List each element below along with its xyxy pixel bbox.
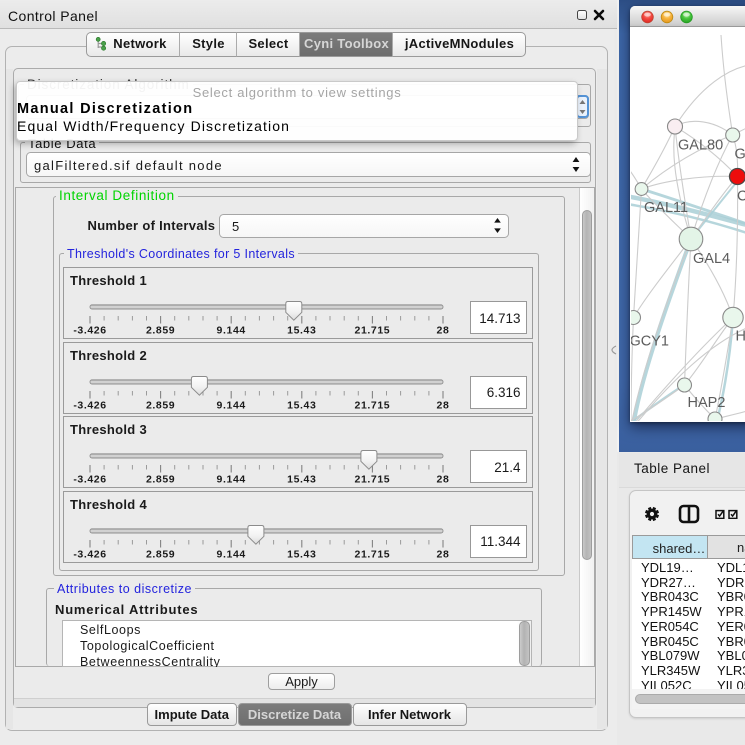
svg-text:15.43: 15.43 <box>287 325 316 337</box>
svg-text:9.144: 9.144 <box>217 325 246 337</box>
svg-text:2.859: 2.859 <box>146 548 175 560</box>
svg-text:21.715: 21.715 <box>355 325 391 337</box>
svg-text:H: H <box>736 329 745 345</box>
svg-text:GCY1: GCY1 <box>631 334 669 350</box>
svg-text:2.859: 2.859 <box>146 325 175 337</box>
svg-text:HAP2: HAP2 <box>688 395 726 411</box>
svg-text:-3.426: -3.426 <box>73 474 106 486</box>
svg-text:28: 28 <box>437 325 450 337</box>
svg-text:C: C <box>737 189 745 205</box>
svg-text:28: 28 <box>437 548 450 560</box>
svg-text:-3.426: -3.426 <box>73 399 106 411</box>
svg-text:GAL4: GAL4 <box>693 251 730 267</box>
svg-text:2.859: 2.859 <box>146 474 175 486</box>
svg-text:-3.426: -3.426 <box>73 548 106 560</box>
svg-text:GAL11: GAL11 <box>644 200 688 216</box>
svg-text:21.715: 21.715 <box>355 548 391 560</box>
svg-text:2.859: 2.859 <box>146 399 175 411</box>
svg-text:21.715: 21.715 <box>355 399 391 411</box>
svg-text:9.144: 9.144 <box>217 474 246 486</box>
svg-text:28: 28 <box>437 399 450 411</box>
svg-text:GA: GA <box>735 147 745 163</box>
svg-text:15.43: 15.43 <box>287 548 316 560</box>
svg-text:9.144: 9.144 <box>217 548 246 560</box>
svg-text:15.43: 15.43 <box>287 399 316 411</box>
svg-text:-3.426: -3.426 <box>73 325 106 337</box>
svg-text:9.144: 9.144 <box>217 399 246 411</box>
svg-text:GAL80: GAL80 <box>678 138 723 154</box>
svg-text:28: 28 <box>437 474 450 486</box>
svg-text:21.715: 21.715 <box>355 474 391 486</box>
svg-text:15.43: 15.43 <box>287 474 316 486</box>
